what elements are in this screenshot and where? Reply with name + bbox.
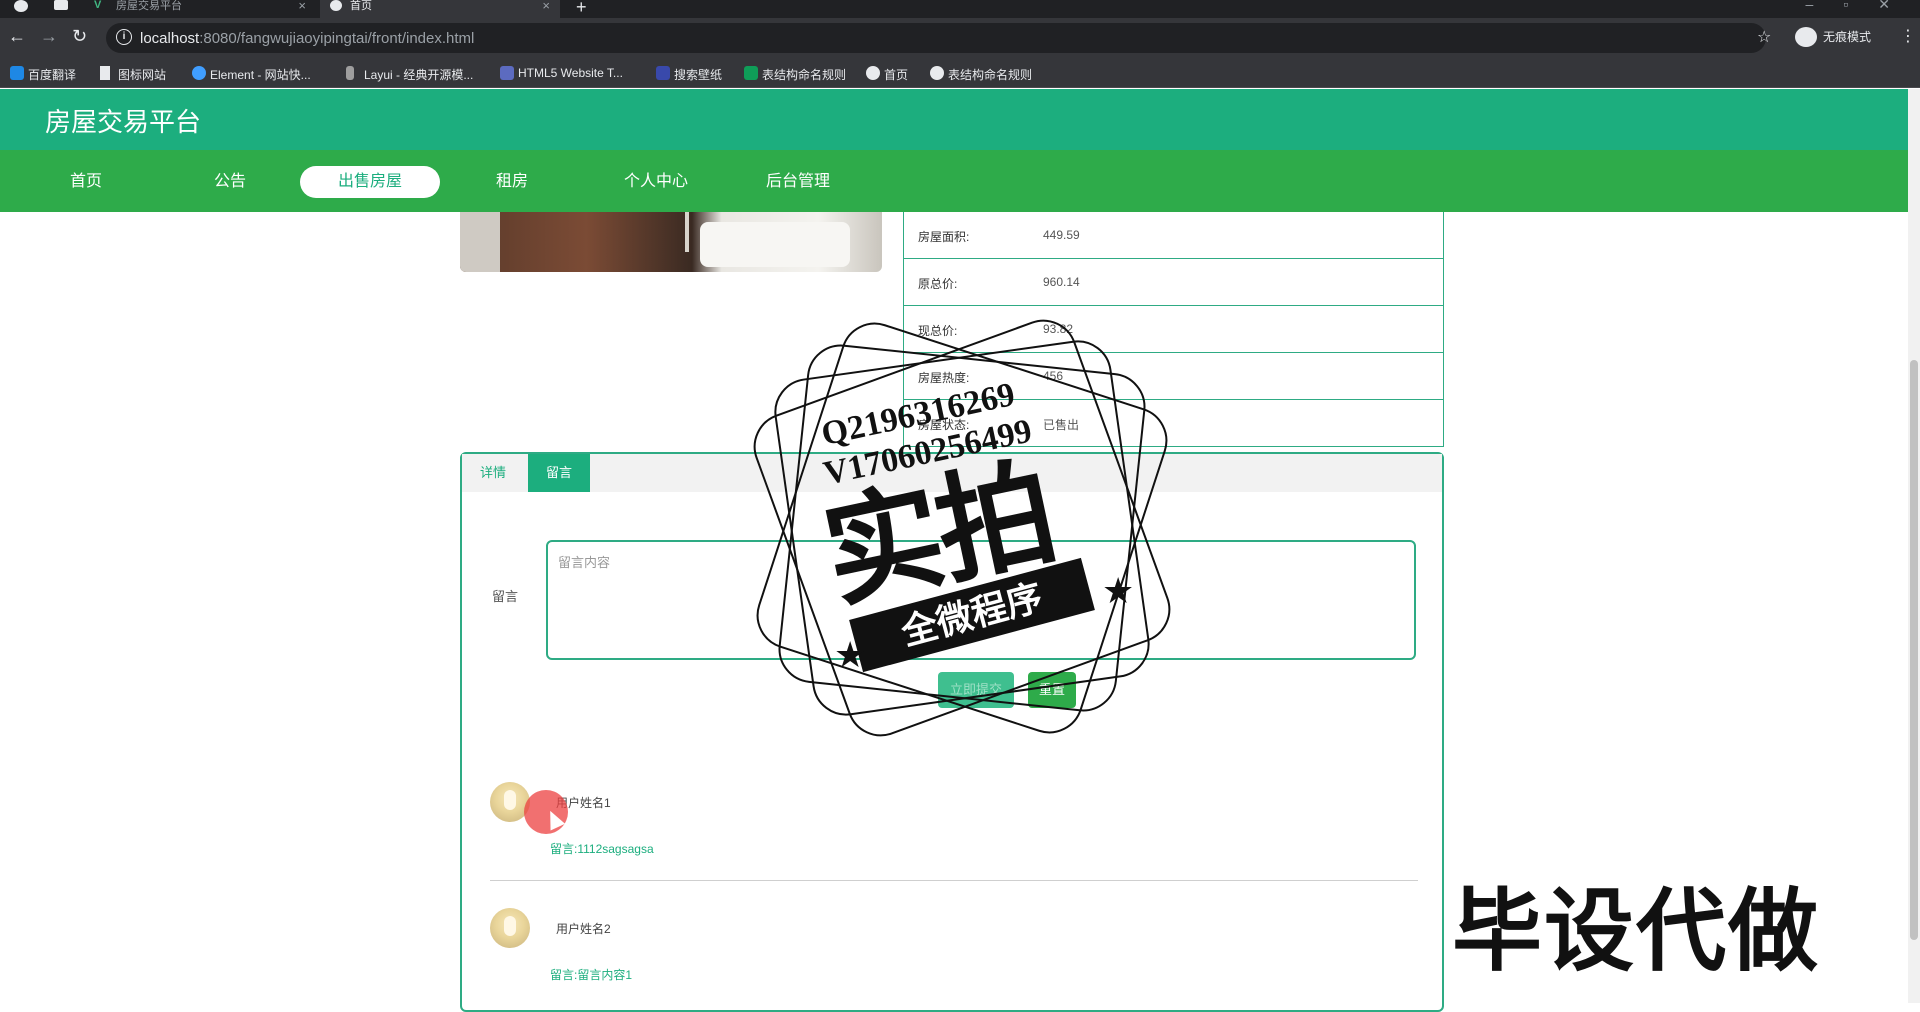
info-icon[interactable]: i (116, 29, 132, 45)
address-url[interactable]: localhost:8080/fangwujiaoyipingtai/front… (140, 30, 474, 47)
nav-item-sale-house[interactable]: 出售房屋 (300, 166, 440, 198)
incognito-indicator[interactable]: 无痕模式 (1795, 25, 1871, 49)
tab-search-icon[interactable] (50, 0, 80, 18)
detail-value: 93.82 (1043, 322, 1074, 336)
tab-messages[interactable]: 留言 (528, 454, 591, 492)
layui-icon (346, 66, 354, 80)
close-icon[interactable]: × (542, 0, 550, 12)
flag-icon (100, 66, 110, 80)
tab-details[interactable]: 详情 (462, 454, 524, 492)
vue-icon: V (94, 0, 102, 11)
site-title: 房屋交易平台 (45, 107, 202, 137)
bookmark-item[interactable]: Layui - 经典开源模... (346, 66, 473, 83)
reset-button[interactable]: 重置 (1028, 672, 1076, 708)
detail-row: 房屋状态: 已售出 (903, 400, 1444, 447)
sheet-icon (744, 66, 758, 80)
page-scrollbar-thumb[interactable] (1910, 360, 1918, 940)
browser-tab-title: 首页 (350, 0, 372, 12)
message-input[interactable] (546, 540, 1416, 660)
nav-item-user-center[interactable]: 个人中心 (586, 166, 726, 198)
bookmark-item[interactable]: 图标网站 (100, 66, 166, 83)
watermark-corner-text: 毕设代做 (1449, 879, 1821, 985)
bookmark-item[interactable]: 表结构命名规则 (744, 66, 846, 83)
detail-row: 房屋热度: 456 (903, 353, 1444, 400)
detail-value: 已售出 (1043, 418, 1080, 432)
detail-label: 原总价: (918, 277, 958, 291)
nav-item-rent[interactable]: 租房 (442, 166, 582, 198)
detail-row: 房屋面积: 449.59 (903, 212, 1444, 259)
detail-label: 房屋面积: (918, 230, 970, 244)
incognito-icon (1795, 27, 1817, 47)
detail-value: 449.59 (1043, 228, 1080, 242)
house-detail-table: 房屋面积: 449.59 原总价: 960.14 现总价: 93.82 房屋热度: 45… (903, 212, 1444, 447)
back-arrow-icon[interactable]: ← (8, 26, 26, 47)
nav-item-home[interactable]: 首页 (16, 166, 156, 198)
nav-item-notice[interactable]: 公告 (160, 166, 300, 198)
new-tab-icon[interactable]: + (576, 0, 587, 18)
translate-icon (10, 66, 24, 80)
bookmark-item[interactable]: 表结构命名规则 (930, 66, 1032, 83)
comment-user: 用户姓名2 (556, 922, 611, 936)
browser-toolbar: ← → ↻ i localhost:8080/fangwujiaoyipingt… (0, 18, 1920, 58)
globe-icon (330, 0, 342, 11)
detail-label: 房屋状态: (918, 418, 970, 432)
browser-tab-1[interactable]: 首页 × (320, 0, 560, 18)
window-controls[interactable]: –▫✕ (1806, 0, 1920, 13)
message-form-label: 留言 (492, 589, 519, 604)
detail-label: 房屋热度: (918, 371, 970, 385)
address-bar[interactable]: i localhost:8080/fangwujiaoyipingtai/fro… (106, 23, 1766, 53)
bookmark-item[interactable]: 首页 (866, 66, 908, 83)
bookmark-item[interactable]: HTML5 Website T... (500, 66, 623, 80)
detail-row: 现总价: 93.82 (903, 306, 1444, 353)
comment-text: 留言:留言内容1 (550, 968, 633, 982)
nav-item-admin[interactable]: 后台管理 (728, 166, 868, 198)
avatar (490, 908, 530, 948)
house-photo (460, 212, 882, 272)
wallpaper-icon (656, 66, 670, 80)
detail-row: 原总价: 960.14 (903, 259, 1444, 306)
browser-tab-strip: V 房屋交易平台 × 首页 × + –▫✕ (0, 0, 1920, 18)
close-icon[interactable]: × (298, 0, 306, 12)
detail-value: 960.14 (1043, 275, 1080, 289)
html5-icon (500, 66, 514, 80)
bookmark-item[interactable]: 搜索壁纸 (656, 66, 722, 83)
globe-icon (866, 66, 880, 80)
element-icon (192, 66, 206, 80)
reload-icon[interactable]: ↻ (72, 26, 87, 47)
comment-text: 留言:1112sagsagsa (550, 842, 654, 856)
detail-value: 456 (1043, 369, 1064, 383)
site-nav: 首页 公告 出售房屋 租房 个人中心 后台管理 (0, 150, 1908, 212)
panel-tab-bar: 详情 留言 (462, 454, 1442, 492)
comment-divider (490, 880, 1418, 881)
submit-button[interactable]: 立即提交 (938, 672, 1014, 708)
browser-tab-title: 房屋交易平台 (116, 0, 182, 12)
bookmark-star-icon[interactable]: ☆ (1757, 27, 1771, 47)
site-header: 房屋交易平台 (0, 89, 1908, 150)
bookmark-item[interactable]: Element - 网站快... (192, 66, 311, 83)
browser-app-icon (0, 0, 40, 18)
forward-arrow-icon[interactable]: → (40, 26, 58, 47)
bookmarks-bar: 百度翻译 图标网站 Element - 网站快... Layui - 经典开源模… (0, 58, 1920, 88)
detail-tabs-panel: 详情 留言 留言 立即提交 重置 用户姓名1 留言:1112sagsagsa 用… (460, 452, 1444, 1012)
browser-tab-0[interactable]: V 房屋交易平台 × (86, 0, 316, 18)
bookmark-item[interactable]: 百度翻译 (10, 66, 76, 83)
detail-label: 现总价: (918, 324, 958, 338)
globe-icon (930, 66, 944, 80)
incognito-label: 无痕模式 (1823, 30, 1872, 44)
menu-dots-icon[interactable]: ⋮ (1900, 26, 1916, 46)
